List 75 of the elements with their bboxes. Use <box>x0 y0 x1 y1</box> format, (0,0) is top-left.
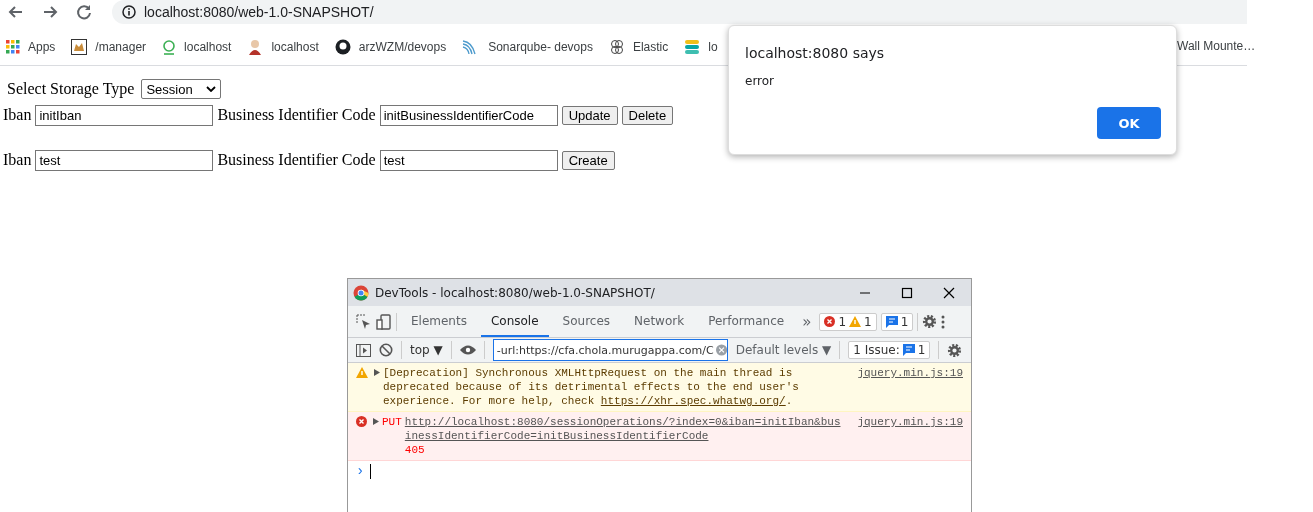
storage-type-select[interactable]: Session <box>141 79 222 99</box>
dialog-message: error <box>745 74 775 88</box>
close-icon[interactable] <box>943 286 955 299</box>
field-label: Select Storage Type <box>7 80 135 98</box>
source-link[interactable]: jquery.min.js:19 <box>857 415 963 429</box>
http-method: PUT <box>382 415 402 429</box>
message-icon <box>902 344 915 356</box>
bookmark-item[interactable]: Wall Mounte… <box>1177 39 1256 53</box>
bookmark-item[interactable]: localhost <box>162 39 232 55</box>
error-icon <box>356 416 367 427</box>
ok-button[interactable]: OK <box>1097 107 1161 139</box>
menu-icon[interactable] <box>941 314 946 329</box>
bookmark-item[interactable]: Elastic <box>608 39 669 55</box>
devtools-tab[interactable]: Network <box>624 306 695 337</box>
dialog-title: localhost:8080 says <box>745 45 885 61</box>
action-button[interactable]: Update <box>561 105 618 125</box>
bookmark-item[interactable]: localhost <box>247 39 319 55</box>
eye-icon[interactable] <box>459 345 476 355</box>
bic-input[interactable]: initBusinessIdentifierCode <box>379 104 558 126</box>
bookmark-item[interactable]: /manager <box>71 39 147 55</box>
devtools-tab[interactable]: Performance <box>698 306 795 337</box>
flower-icon <box>608 39 625 55</box>
sidebar-icon[interactable] <box>356 343 371 357</box>
error-warning-counter[interactable]: 1 1 <box>819 312 877 331</box>
help-link[interactable]: https://xhr.spec.whatwg.org/ <box>600 395 786 407</box>
more-tabs-button[interactable]: » <box>802 312 812 331</box>
bookmark-item[interactable]: Sonarqube- devops <box>462 39 593 55</box>
info-icon <box>122 5 136 19</box>
devtools-tab[interactable]: Elements <box>401 306 477 337</box>
field-label: Business Identifier Code <box>217 151 376 169</box>
bookmark-item[interactable]: arzWZM/devops <box>334 39 447 55</box>
log-levels-select[interactable]: Default levels ▼ <box>735 343 832 357</box>
field-label: Iban <box>3 106 32 124</box>
status-code: 405 <box>404 444 425 456</box>
inspect-icon[interactable] <box>356 313 372 330</box>
prompt-caret: › <box>356 463 365 479</box>
device-icon[interactable] <box>376 313 392 330</box>
expand-triangle-icon[interactable] <box>373 418 379 425</box>
bookmark-item[interactable]: Apps <box>6 40 56 54</box>
filter-input[interactable]: -url:https://cfa.chola.murugappa.com/C <box>492 339 728 361</box>
error-icon <box>824 316 836 327</box>
ring-icon <box>162 39 177 55</box>
warning-icon <box>356 367 368 378</box>
settings-icon[interactable] <box>947 342 963 358</box>
maximize-icon[interactable] <box>901 286 913 299</box>
expand-triangle-icon[interactable] <box>374 369 380 376</box>
field-label: Business Identifier Code <box>217 106 376 124</box>
field-label: Iban <box>3 151 32 169</box>
messages-counter[interactable]: 1 <box>880 312 914 331</box>
address-bar[interactable]: localhost:8080/web-1.0-SNAPSHOT/ <box>112 0 1247 24</box>
person-icon <box>247 39 264 55</box>
iban-input[interactable]: test <box>35 149 214 171</box>
action-button[interactable]: Create <box>561 150 615 170</box>
url-text: localhost:8080/web-1.0-SNAPSHOT/ <box>144 4 374 20</box>
message-icon <box>885 315 898 328</box>
reload-icon[interactable] <box>74 2 94 22</box>
context-select[interactable]: top ▼ <box>410 343 443 357</box>
chevron-down-icon <box>206 86 217 92</box>
devtools-tab[interactable]: Sources <box>552 306 621 337</box>
stack-icon <box>684 39 701 55</box>
settings-icon[interactable] <box>922 314 938 329</box>
source-link[interactable]: jquery.min.js:19 <box>857 366 963 380</box>
window-title: DevTools - localhost:8080/web-1.0-SNAPSHOT/ <box>375 285 655 300</box>
chrome-logo-icon <box>353 284 369 301</box>
apps-grid-icon <box>6 40 20 54</box>
bic-input[interactable]: test <box>379 149 558 171</box>
bookmark-item[interactable]: lo <box>684 39 718 55</box>
request-url-link[interactable]: http://localhost:8080/sessionOperations/?index=0&iban=initIban&businessIdentifierCode=initBusinessIdentifierCode <box>404 415 843 443</box>
message-text: [Deprecation] Synchronous XMLHttpRequest on the main thread is deprecated because of its detrimental effects to the end user's experience. For more help, check https://xhr.spec.whatwg.org/. <box>383 366 800 408</box>
warning-icon <box>849 316 862 327</box>
action-button[interactable]: Delete <box>621 105 674 125</box>
clear-console-icon[interactable] <box>379 343 393 357</box>
iban-input[interactable]: initIban <box>35 104 214 126</box>
issues-button[interactable]: 1 Issue: 1 <box>848 341 931 359</box>
clear-icon[interactable] <box>715 343 727 357</box>
